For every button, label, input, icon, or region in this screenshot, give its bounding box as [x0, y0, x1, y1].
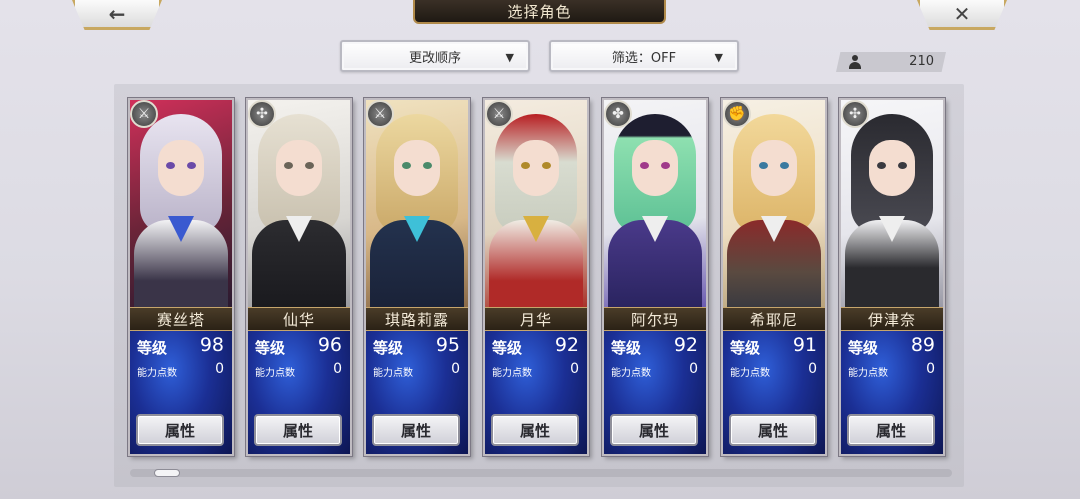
- character-card[interactable]: ⚔ 月华 等级 92 能力点数 0 属性: [483, 98, 589, 456]
- attributes-button[interactable]: 属性: [729, 414, 817, 446]
- character-stats: 等级 89 能力点数 0 属性: [841, 331, 943, 454]
- ability-points-label: 能力点数: [373, 368, 413, 379]
- attributes-button[interactable]: 属性: [610, 414, 698, 446]
- character-card[interactable]: ✤ 阿尔玛 等级 92 能力点数 0 属性: [602, 98, 708, 456]
- attributes-button[interactable]: 属性: [136, 414, 224, 446]
- filter-label: 筛选：OFF: [611, 50, 677, 66]
- character-name: 琪路莉露: [366, 307, 468, 331]
- scrollbar-thumb[interactable]: [154, 469, 180, 477]
- ability-points-value: 0: [215, 361, 224, 377]
- fist-icon: ✊: [723, 100, 751, 128]
- level-label: 等级: [848, 339, 879, 357]
- level-label: 等级: [492, 339, 523, 357]
- attributes-button[interactable]: 属性: [372, 414, 460, 446]
- ability-points-value: 0: [926, 361, 935, 377]
- ability-points-value: 0: [333, 361, 342, 377]
- ability-points-label: 能力点数: [611, 368, 651, 379]
- ability-points-value: 0: [808, 361, 817, 377]
- attributes-button[interactable]: 属性: [254, 414, 342, 446]
- character-portrait: [604, 100, 706, 307]
- character-stats: 等级 96 能力点数 0 属性: [248, 331, 350, 454]
- character-card[interactable]: ✣ 仙华 等级 96 能力点数 0 属性: [246, 98, 352, 456]
- ability-points-value: 0: [570, 361, 579, 377]
- person-icon: [849, 55, 861, 69]
- level-value: 92: [673, 334, 698, 356]
- character-stats: 等级 95 能力点数 0 属性: [366, 331, 468, 454]
- character-card[interactable]: ⚔ 琪路莉露 等级 95 能力点数 0 属性: [364, 98, 470, 456]
- ability-points-label: 能力点数: [848, 368, 888, 379]
- blade-icon: ⚔: [485, 100, 513, 128]
- character-portrait: [485, 100, 587, 307]
- close-button[interactable]: ✕: [917, 0, 1007, 30]
- sort-order-dropdown[interactable]: 更改顺序 ▼: [340, 40, 530, 72]
- character-card[interactable]: ✊ 希耶尼 等级 91 能力点数 0 属性: [721, 98, 827, 456]
- character-card[interactable]: ⚔ 赛丝塔 等级 98 能力点数 0 属性: [128, 98, 234, 456]
- level-label: 等级: [611, 339, 642, 357]
- level-label: 等级: [730, 339, 761, 357]
- character-portrait: [248, 100, 350, 307]
- page-title: 选择角色: [413, 0, 666, 24]
- level-value: 95: [435, 334, 460, 356]
- ability-points-label: 能力点数: [730, 368, 770, 379]
- character-portrait: [723, 100, 825, 307]
- level-value: 89: [910, 334, 935, 356]
- level-value: 92: [554, 334, 579, 356]
- level-label: 等级: [255, 339, 286, 357]
- sort-order-label: 更改顺序: [408, 50, 461, 66]
- character-stats: 等级 98 能力点数 0 属性: [130, 331, 232, 454]
- level-label: 等级: [137, 339, 168, 357]
- close-icon: ✕: [953, 1, 971, 26]
- character-name: 仙华: [248, 307, 350, 331]
- ability-points-label: 能力点数: [492, 368, 532, 379]
- level-label: 等级: [373, 339, 404, 357]
- character-name: 月华: [485, 307, 587, 331]
- back-arrow-icon: ←: [108, 1, 126, 26]
- character-portrait: [130, 100, 232, 307]
- attributes-button[interactable]: 属性: [491, 414, 579, 446]
- character-stats: 等级 92 能力点数 0 属性: [485, 331, 587, 454]
- character-portrait: [366, 100, 468, 307]
- filter-dropdown[interactable]: 筛选：OFF ▼: [549, 40, 739, 72]
- ability-points-label: 能力点数: [137, 368, 177, 379]
- level-value: 96: [317, 334, 342, 356]
- back-button[interactable]: ←: [72, 0, 162, 30]
- level-value: 98: [199, 334, 224, 356]
- character-name: 阿尔玛: [604, 307, 706, 331]
- character-card[interactable]: ✣ 伊津奈 等级 89 能力点数 0 属性: [839, 98, 945, 456]
- ability-points-label: 能力点数: [255, 368, 295, 379]
- sword-icon: ⚔: [130, 100, 158, 128]
- character-count-badge: 210: [836, 52, 946, 72]
- character-portrait: [841, 100, 943, 307]
- chevron-down-icon: ▼: [714, 51, 723, 64]
- horizontal-scrollbar[interactable]: [130, 469, 952, 477]
- sword-icon: ⚔: [366, 100, 394, 128]
- character-name: 希耶尼: [723, 307, 825, 331]
- staff-icon: ✣: [248, 100, 276, 128]
- character-stats: 等级 91 能力点数 0 属性: [723, 331, 825, 454]
- level-value: 91: [792, 334, 817, 356]
- chevron-down-icon: ▼: [505, 51, 514, 64]
- ability-points-value: 0: [689, 361, 698, 377]
- attributes-button[interactable]: 属性: [847, 414, 935, 446]
- character-stats: 等级 92 能力点数 0 属性: [604, 331, 706, 454]
- staff-icon: ✣: [841, 100, 869, 128]
- ability-points-value: 0: [451, 361, 460, 377]
- spear-icon: ✤: [604, 100, 632, 128]
- character-count: 210: [909, 54, 934, 69]
- character-name: 赛丝塔: [130, 307, 232, 331]
- character-name: 伊津奈: [841, 307, 943, 331]
